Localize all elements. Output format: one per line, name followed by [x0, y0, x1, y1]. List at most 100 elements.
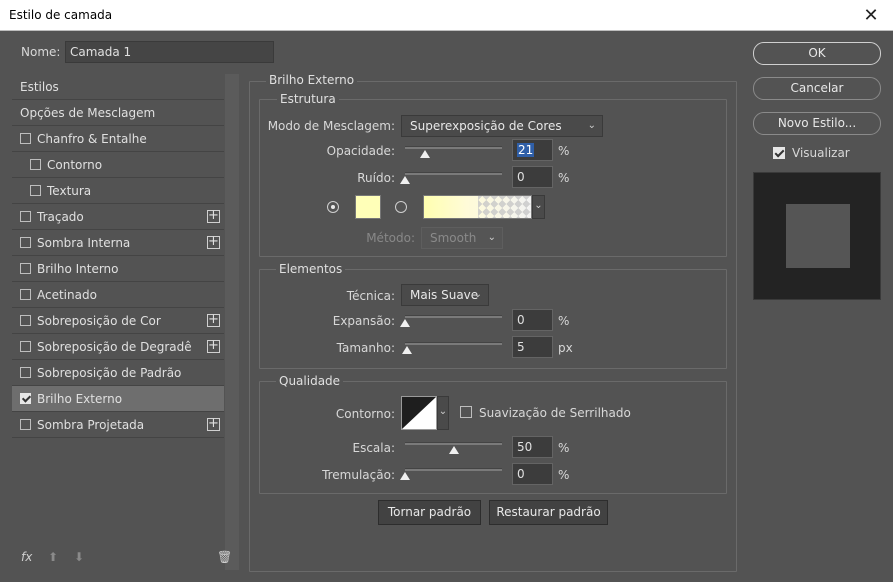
- jitter-slider-thumb[interactable]: [400, 472, 410, 480]
- size-slider-thumb[interactable]: [401, 346, 412, 354]
- noise-unit: %: [558, 171, 570, 185]
- style-checkbox[interactable]: [20, 367, 31, 378]
- size-unit: px: [558, 341, 573, 355]
- size-slider[interactable]: [405, 342, 502, 345]
- technique-select[interactable]: Mais Suave ⌄: [401, 284, 489, 306]
- opacity-slider[interactable]: [405, 146, 502, 149]
- gradient-radio[interactable]: [395, 201, 407, 213]
- transparency-checker: [477, 196, 531, 218]
- gradient-dropdown-icon[interactable]: ⌄: [532, 195, 545, 219]
- contour-dropdown-icon[interactable]: ⌄: [437, 396, 449, 430]
- jitter-slider[interactable]: [405, 468, 502, 471]
- contour-label: Contorno:: [335, 407, 395, 421]
- trash-icon[interactable]: 🗑: [217, 550, 232, 564]
- style-item[interactable]: Sombra Projetada +: [12, 412, 224, 438]
- style-item-label: Sobreposição de Degradê: [37, 340, 192, 354]
- style-item-label: Brilho Interno: [37, 262, 119, 276]
- close-icon[interactable]: ✕: [849, 0, 893, 31]
- style-checkbox[interactable]: [20, 133, 31, 144]
- jitter-label: Tremulação:: [322, 468, 395, 482]
- style-item[interactable]: Sobreposição de Degradê +: [12, 334, 224, 360]
- style-item-label: Traçado: [37, 210, 84, 224]
- style-checkbox[interactable]: [30, 159, 41, 170]
- add-style-icon[interactable]: +: [207, 235, 220, 249]
- style-item[interactable]: Brilho Externo: [12, 386, 224, 412]
- range-slider-thumb[interactable]: [448, 446, 459, 454]
- add-style-icon[interactable]: +: [207, 209, 220, 223]
- style-item[interactable]: Traçado +: [12, 204, 224, 230]
- style-item[interactable]: Acetinado: [12, 282, 224, 308]
- chevron-down-icon: ⌄: [487, 232, 496, 243]
- preview-checkbox[interactable]: [773, 147, 785, 159]
- style-checkbox[interactable]: [20, 341, 31, 352]
- style-item[interactable]: Brilho Interno: [12, 256, 224, 282]
- opacity-slider-thumb[interactable]: [420, 150, 431, 158]
- noise-input[interactable]: 0: [512, 166, 553, 188]
- add-style-icon[interactable]: +: [207, 313, 220, 327]
- name-label: Nome:: [21, 45, 61, 59]
- styles-list: Estilos Opções de Mesclagem Chanfro & Enta…: [12, 74, 224, 438]
- name-input[interactable]: Camada 1: [65, 41, 274, 63]
- contour-curve-icon: [402, 397, 436, 429]
- preview-box: [753, 172, 881, 300]
- spread-slider[interactable]: [405, 315, 502, 318]
- spread-input[interactable]: 0: [512, 309, 553, 331]
- technique-value: Mais Suave: [410, 288, 479, 302]
- style-item[interactable]: Textura: [12, 178, 224, 204]
- move-down-icon[interactable]: ⬇: [74, 550, 84, 564]
- style-checkbox[interactable]: [20, 263, 31, 274]
- contour-preview[interactable]: [401, 396, 437, 430]
- style-item[interactable]: Sobreposição de Cor +: [12, 308, 224, 334]
- style-checkbox[interactable]: [20, 211, 31, 222]
- antialias-checkbox[interactable]: [460, 406, 472, 418]
- style-item[interactable]: Sobreposição de Padrão: [12, 360, 224, 386]
- style-checkbox[interactable]: [30, 185, 41, 196]
- add-style-icon[interactable]: +: [207, 417, 220, 431]
- size-input[interactable]: 5: [512, 336, 553, 358]
- style-item[interactable]: Chanfro & Entalhe: [12, 126, 224, 152]
- opacity-input[interactable]: 21: [512, 139, 553, 161]
- cancel-button[interactable]: Cancelar: [753, 77, 881, 100]
- style-checkbox[interactable]: [20, 393, 31, 404]
- preview-square: [786, 204, 850, 268]
- style-checkbox[interactable]: [20, 419, 31, 430]
- color-radio[interactable]: [327, 201, 339, 213]
- ok-button[interactable]: OK: [753, 42, 881, 65]
- glow-color-swatch[interactable]: [355, 195, 381, 219]
- noise-label: Ruído:: [357, 171, 395, 185]
- range-slider[interactable]: [405, 442, 502, 445]
- blend-mode-select[interactable]: Superexposição de Cores ⌄: [401, 115, 603, 137]
- style-item[interactable]: Sombra Interna +: [12, 230, 224, 256]
- jitter-input[interactable]: 0: [512, 463, 553, 485]
- style-checkbox[interactable]: [20, 289, 31, 300]
- noise-slider[interactable]: [405, 172, 502, 175]
- add-style-icon[interactable]: +: [207, 339, 220, 353]
- new-style-button[interactable]: Novo Estilo...: [753, 112, 881, 135]
- title-bar: Estilo de camada ✕: [0, 0, 893, 31]
- style-item-label: Contorno: [47, 158, 103, 172]
- style-item[interactable]: Estilos: [12, 74, 224, 100]
- gradient-swatch[interactable]: [423, 195, 532, 219]
- range-input[interactable]: 50: [512, 436, 553, 458]
- spread-unit: %: [558, 314, 570, 328]
- make-default-button[interactable]: Tornar padrão: [378, 500, 481, 525]
- styles-panel: Estilos Opções de Mesclagem Chanfro & Enta…: [12, 74, 239, 570]
- style-item-label: Estilos: [20, 80, 59, 94]
- chevron-down-icon: ⌄: [587, 120, 596, 131]
- method-select: Smooth ⌄: [421, 227, 503, 249]
- noise-slider-thumb[interactable]: [400, 176, 410, 184]
- spread-slider-thumb[interactable]: [400, 319, 410, 327]
- style-item[interactable]: Opções de Mesclagem: [12, 100, 224, 126]
- style-checkbox[interactable]: [20, 315, 31, 326]
- fx-icon[interactable]: fx: [21, 550, 32, 564]
- style-item-label: Sombra Projetada: [37, 418, 145, 432]
- styles-scrollbar[interactable]: [225, 74, 239, 570]
- size-label: Tamanho:: [336, 341, 395, 355]
- style-item-label: Textura: [47, 184, 92, 198]
- reset-default-button[interactable]: Restaurar padrão: [489, 500, 608, 525]
- style-item[interactable]: Contorno: [12, 152, 224, 178]
- method-label: Método:: [366, 231, 415, 245]
- style-checkbox[interactable]: [20, 237, 31, 248]
- move-up-icon[interactable]: ⬆: [48, 550, 58, 564]
- opacity-unit: %: [558, 144, 570, 158]
